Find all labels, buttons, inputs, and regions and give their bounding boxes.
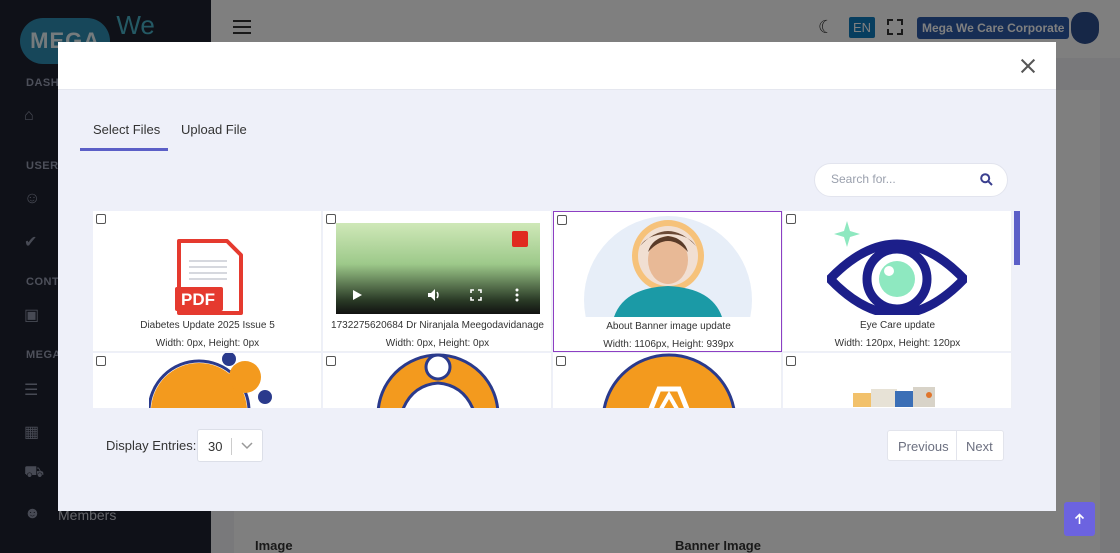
file-name: 1732275620684 Dr Niranjala Meegodavidana… <box>331 320 544 331</box>
file-dimensions: Width: 1106px, Height: 939px <box>603 339 734 350</box>
arrow-up-icon <box>1074 513 1085 524</box>
next-button[interactable]: Next <box>966 439 993 454</box>
channel-logo <box>512 231 528 247</box>
volume-icon[interactable] <box>427 288 441 302</box>
file-picker-modal: Select Files Upload File PDF <box>58 42 1056 511</box>
file-checkbox[interactable] <box>786 356 796 366</box>
file-dimensions: Width: 120px, Height: 120px <box>834 338 961 349</box>
file-checkbox[interactable] <box>326 214 336 224</box>
display-entries-value: 30 <box>208 439 223 454</box>
file-name: About Banner image update <box>606 321 731 332</box>
file-tile[interactable]: Eye Care update Width: 120px, Height: 12… <box>783 211 1012 352</box>
more-options-icon[interactable] <box>514 288 520 302</box>
previous-button[interactable]: Previous <box>898 439 949 454</box>
select-divider <box>231 438 232 455</box>
play-icon[interactable] <box>351 289 363 301</box>
grid-scrollbar[interactable] <box>1014 211 1020 265</box>
fullscreen-icon[interactable] <box>470 289 482 301</box>
pdf-label: PDF <box>181 290 215 309</box>
logo-thumbnail <box>149 353 279 408</box>
pagination: Previous Next <box>887 430 1004 461</box>
search-icon[interactable] <box>980 173 993 186</box>
logo-thumbnail <box>373 353 503 408</box>
search-input[interactable] <box>831 172 971 186</box>
file-checkbox[interactable] <box>786 214 796 224</box>
active-tab-indicator <box>80 148 168 151</box>
file-checkbox[interactable] <box>557 215 567 225</box>
product-thumbnail <box>849 383 941 408</box>
display-entries-label: Display Entries: <box>106 438 197 453</box>
file-tile[interactable] <box>93 353 322 408</box>
file-tile-selected[interactable]: About Banner image update Width: 1106px,… <box>553 211 782 352</box>
file-checkbox[interactable] <box>96 356 106 366</box>
tab-upload-file[interactable]: Upload File <box>181 122 247 137</box>
close-button[interactable] <box>1018 56 1038 76</box>
display-entries-select[interactable]: 30 <box>197 429 263 462</box>
file-dimensions: Width: 0px, Height: 0px <box>155 338 260 349</box>
search-box <box>814 163 1008 197</box>
file-name: Eye Care update <box>859 320 936 331</box>
modal-header <box>58 42 1056 90</box>
file-checkbox[interactable] <box>326 356 336 366</box>
file-tile[interactable] <box>783 353 1012 408</box>
file-dimensions: Width: 0px, Height: 0px <box>385 338 490 349</box>
video-thumbnail[interactable] <box>336 223 540 314</box>
chevron-down-icon <box>241 442 253 450</box>
file-tile[interactable] <box>323 353 552 408</box>
file-grid: PDF Diabetes Update 2025 Issue 5 Width: … <box>93 211 1014 408</box>
file-checkbox[interactable] <box>96 214 106 224</box>
file-tile[interactable]: 1732275620684 Dr Niranjala Meegodavidana… <box>323 211 552 352</box>
banner-image-thumbnail <box>584 216 752 317</box>
file-tile[interactable]: PDF Diabetes Update 2025 Issue 5 Width: … <box>93 211 322 352</box>
pager-divider <box>956 431 957 460</box>
back-to-top-button[interactable] <box>1064 502 1095 536</box>
file-name: Diabetes Update 2025 Issue 5 <box>140 320 275 331</box>
tab-select-files[interactable]: Select Files <box>93 122 160 137</box>
file-checkbox[interactable] <box>556 356 566 366</box>
logo-thumbnail <box>599 353 739 408</box>
pdf-icon: PDF <box>175 239 245 315</box>
eye-care-thumbnail <box>827 217 967 315</box>
file-tile[interactable] <box>553 353 782 408</box>
